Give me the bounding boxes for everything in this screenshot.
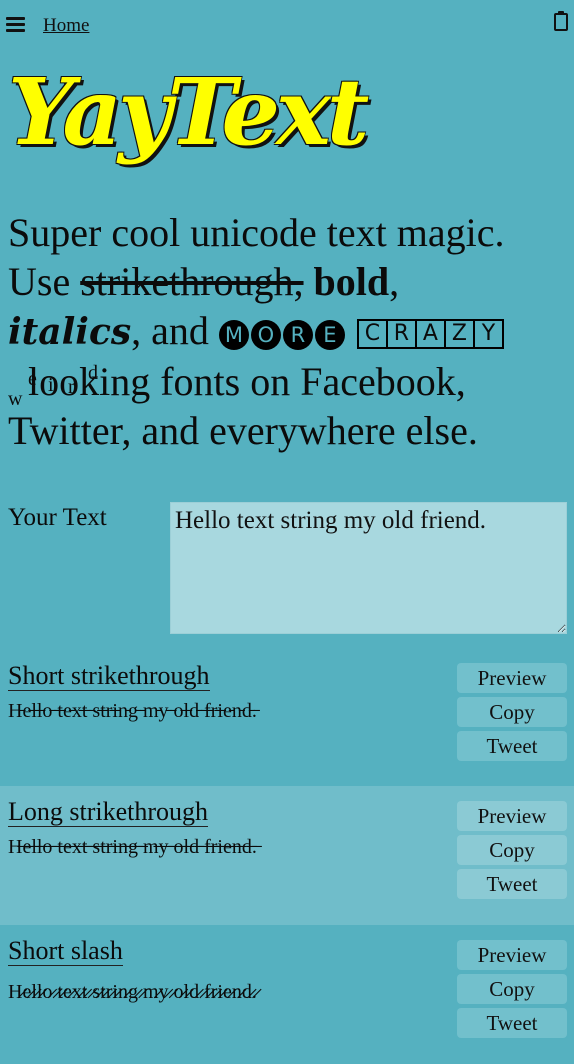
tagline-text: Use [8, 259, 81, 304]
clipboard-icon[interactable] [554, 11, 568, 31]
circled-letter: E [314, 320, 345, 350]
hamburger-icon[interactable] [6, 17, 25, 32]
italics-sample: italics [8, 311, 132, 353]
strikethrough-sample: strikethrough, [80, 259, 304, 304]
result-text: H̵e̵l̵l̵o̵ ̵t̵e̵x̵t̵ ̵s̵t̵r̵i̵n̵g̵ ̵m̵y̵… [8, 700, 257, 722]
circled-letter: O [250, 320, 281, 350]
weird-letter: w [8, 388, 23, 410]
weird-letter: i [48, 374, 54, 396]
weird-letter: e [28, 368, 37, 390]
result-text: H̶e̶l̶l̶o̶ ̶t̶e̶x̶t̶ ̶s̶t̶r̶i̶n̶g̶ ̶m̶y̶… [8, 836, 257, 858]
tweet-button[interactable]: Tweet [457, 731, 567, 761]
weird-letter: r [68, 376, 75, 398]
tagline-text [304, 259, 314, 304]
result-short-slash: Short slash H̷e̷l̷l̷o̷ ̷t̷e̷x̷t̷ ̷s̷t̷r̷… [0, 925, 574, 1064]
home-link[interactable]: Home [43, 15, 89, 37]
result-text: H̷e̷l̷l̷o̷ ̷t̷e̷x̷t̷ ̷s̷t̷r̷i̷n̷g̷ ̷m̷y̷… [8, 981, 257, 1003]
boxed-letter: Y [472, 319, 504, 349]
copy-button[interactable]: Copy [457, 835, 567, 865]
tagline-line5: Twitter, and everywhere else. [8, 408, 478, 453]
result-title[interactable]: Short slash [8, 937, 123, 966]
tagline-line1: Super cool unicode text magic. [8, 210, 505, 255]
result-short-strikethrough: Short strikethrough H̵e̵l̵l̵o̵ ̵t̵e̵x̵t̵… [0, 650, 574, 789]
boxed-letter: Z [443, 319, 475, 349]
circled-letter: R [282, 320, 313, 350]
tagline: Super cool unicode text magic. Use strik… [8, 208, 574, 455]
your-text-label: Your Text [8, 504, 107, 531]
preview-button[interactable]: Preview [457, 663, 567, 693]
result-title[interactable]: Long strikethrough [8, 798, 209, 827]
weird-letter: d [88, 362, 98, 384]
result-long-strikethrough: Long strikethrough H̶e̶l̶l̶o̶ ̶t̶e̶x̶t̶ … [0, 786, 574, 925]
boxed-letter: A [414, 319, 446, 349]
result-title[interactable]: Short strikethrough [8, 662, 210, 691]
tagline-text: , and [131, 308, 219, 353]
tweet-button[interactable]: Tweet [457, 1008, 567, 1038]
boxed-letter: C [356, 319, 388, 349]
preview-button[interactable]: Preview [457, 940, 567, 970]
logo: YayText [8, 58, 369, 166]
tagline-text: , [389, 259, 400, 304]
preview-button[interactable]: Preview [457, 801, 567, 831]
bold-sample: bold [313, 259, 390, 304]
copy-button[interactable]: Copy [457, 974, 567, 1004]
copy-button[interactable]: Copy [457, 697, 567, 727]
your-text-input[interactable]: Hello text string my old friend. [170, 502, 567, 634]
top-bar: Home [0, 11, 574, 40]
tweet-button[interactable]: Tweet [457, 869, 567, 899]
boxed-letter: R [385, 319, 417, 349]
circled-letter: M [218, 320, 249, 350]
